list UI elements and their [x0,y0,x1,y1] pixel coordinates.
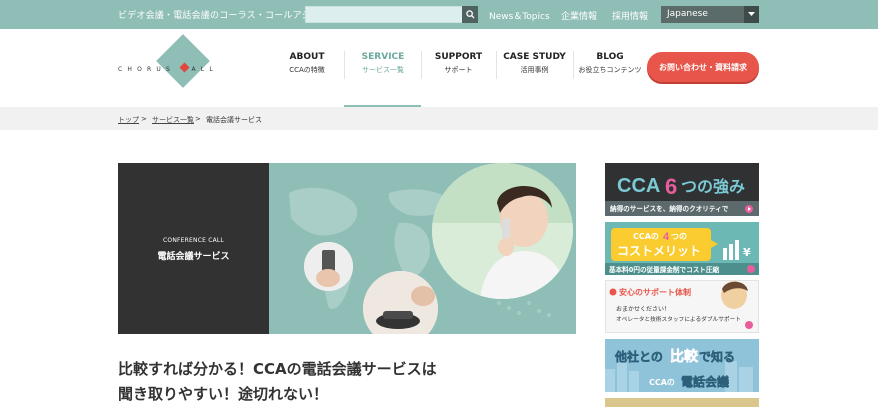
hero-image [269,163,576,334]
site-tagline: ビデオ会議・電話会議のコーラス・コールアジア [118,11,320,21]
logo-diamond-icon [156,34,210,88]
language-label: Japanese [667,9,708,19]
chevron-down-icon [744,6,759,23]
nav-case-study[interactable]: CASE STUDY 活用事例 [497,52,572,75]
banner-title-number: 6 [665,174,677,199]
nav-sublabel: 活用事例 [520,66,549,74]
nav-label: ABOUT [289,52,325,62]
breadcrumb-current: 電話会議サービス [206,116,262,124]
hero-label-panel: CONFERENCE CALL 電話会議サービス [118,163,269,334]
nav-sublabel: お役立ちコンテンツ [578,66,642,74]
banner-6-strengths[interactable]: CCA 6 つの強み 納得のサービスを、納得のクオリティで [605,163,759,216]
headline-line-2: 聞き取りやすい！途切れない！ [118,385,329,403]
nav-label: BLOG [596,52,624,62]
nav-about[interactable]: ABOUT CCAの特徴 [278,52,336,75]
svg-text:¥: ¥ [743,246,751,259]
nav-support[interactable]: SUPPORT サポート [422,52,495,75]
search-icon [465,10,475,19]
banner-title-cca: CCA [617,175,660,197]
breadcrumb-separator: > [195,115,201,123]
nav-sublabel: サービス一覧 [362,66,404,74]
site-header: CHORUS CALL ABOUT CCAの特徴 SERVICE サービス一覧 … [0,29,878,108]
nav-label: CASE STUDY [503,52,566,62]
search-input[interactable] [306,11,461,27]
banner-title: コストメリット [617,244,701,258]
woman-on-phone-photo [432,163,573,299]
banner-cost-merit-graphic: CCAの 4 つの コストメリット ¥ 基本料0円の従量課金制でコスト圧縮 [605,222,759,275]
banner-top-b: つの [671,232,687,241]
banner-partial[interactable] [605,398,759,407]
nav-sublabel: サポート [444,66,473,74]
breadcrumb-home[interactable]: トップ [118,115,139,125]
banner-line2-a: CCAの [649,378,675,387]
breadcrumb-services[interactable]: サービス一覧 [152,115,194,125]
company-info-link[interactable]: 企業情報 [561,9,597,22]
logo-text: CHORUS CALL [118,66,218,73]
search-button[interactable] [462,6,478,23]
banner-6-strengths-graphic: CCA 6 つの強み 納得のサービスを、納得のクオリティで [605,163,759,216]
banner-comparison[interactable]: 他社との 比較 で知る CCAの 電話会議 [605,339,759,392]
banner-subtitle: 納得のサービスを、納得のクオリティで [610,204,729,213]
language-select[interactable]: Japanese [661,6,759,23]
phone-in-hand-photo [304,242,353,291]
nav-label: SERVICE [361,52,405,62]
banner-cost-merit[interactable]: CCAの 4 つの コストメリット ¥ 基本料0円の従量課金制でコスト圧縮 [605,222,759,275]
banner-top-number: 4 [663,231,670,243]
news-topics-link[interactable]: News＆Topics [489,9,550,22]
banner-title-rest: つの強み [681,177,745,196]
page-headline: 比較すれば分かる！CCAの電話会議サービスは 聞き取りやすい！途切れない！ [118,357,437,407]
nav-blog[interactable]: BLOG お役立ちコンテンツ [574,52,646,75]
banner-support-graphic: 安心のサポート体制 おまかせください！ オペレータと技術スタッフによるダブルサポ… [606,281,758,332]
banner-top-a: CCAの [633,232,659,241]
breadcrumb: トップ > サービス一覧 > 電話会議サービス [0,107,878,130]
banner-line-1: おまかせください！ [616,306,670,313]
hero-label-en: CONFERENCE CALL [163,237,224,244]
headline-line-1: 比較すれば分かる！CCAの電話会議サービスは [118,360,437,378]
contact-button[interactable]: お問い合わせ・資料請求 [647,52,759,82]
banner-line1-c: で知る [699,349,735,364]
breadcrumb-separator: > [141,115,147,123]
search-box[interactable] [305,6,478,27]
recruit-link[interactable]: 採用情報 [612,9,648,22]
banner-line1-a: 他社との [614,349,663,364]
banner-line-2: オペレータと技術スタッフによるダブルサポート [616,315,741,323]
banner-line2-b: 電話会議 [681,374,729,389]
nav-sublabel: CCAの特徴 [289,66,325,74]
banner-title: 安心のサポート体制 [619,287,691,297]
banner-line1-b: 比較 [670,348,699,365]
nav-label: SUPPORT [434,52,483,62]
banner-comparison-graphic: 他社との 比較 で知る CCAの 電話会議 [605,339,759,392]
nav-service[interactable]: SERVICE サービス一覧 [345,52,421,75]
banner-subtitle: 基本料0円の従量課金制でコスト圧縮 [609,265,719,274]
hero-label-jp: 電話会議サービス [157,252,230,262]
banner-support[interactable]: 安心のサポート体制 おまかせください！ オペレータと技術スタッフによるダブルサポ… [605,280,759,333]
top-bar: ビデオ会議・電話会議のコーラス・コールアジア News＆Topics 企業情報 … [0,0,878,29]
